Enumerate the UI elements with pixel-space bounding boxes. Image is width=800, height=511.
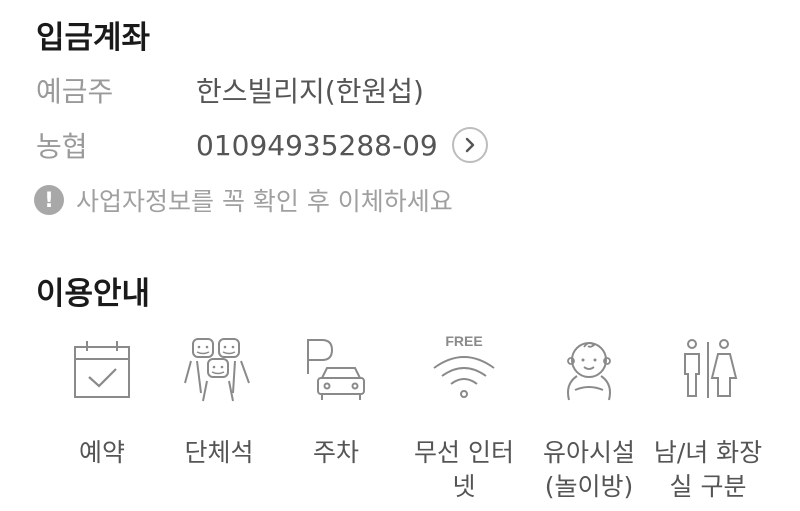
account-holder-label: 예금주 (36, 75, 114, 108)
account-detail-button[interactable] (451, 127, 488, 163)
amenity-label: 단체석 (184, 438, 254, 467)
parking-car-icon (307, 339, 365, 400)
transfer-notice-text: 사업자정보를 꼭 확인 후 이체하세요 (76, 187, 453, 216)
bank-name-label: 농협 (36, 130, 88, 163)
account-holder-row: 예금주 한스빌리지(한원섭) (36, 70, 424, 110)
deposit-account-title: 입금계좌 (36, 20, 151, 56)
info-alert-icon: ! (34, 185, 64, 215)
account-number-row: 농협 01094935288-09 (36, 125, 488, 165)
amenity-label: 남/녀 화장 실 구분 (653, 438, 763, 501)
amenity-label: 유아시설 (놀이방) (542, 438, 635, 501)
group-seat-icon (184, 338, 250, 402)
amenity-group-seating: 단체석 (157, 330, 281, 470)
transfer-notice: ! 사업자정보를 꼭 확인 후 이체하세요 (34, 182, 453, 218)
amenity-label: 예약 (78, 438, 125, 467)
amenity-kids-playroom: 유아시설 (놀이방) (527, 330, 651, 504)
amenity-label: 무선 인터 넷 (414, 438, 514, 501)
baby-icon (567, 342, 611, 401)
usage-guide-title: 이용안내 (36, 276, 151, 312)
free-badge-text: FREE (445, 333, 482, 349)
chevron-right-icon (465, 137, 474, 153)
account-holder-value: 한스빌리지(한원섭) (196, 75, 424, 108)
amenity-reservation: 예약 (40, 330, 164, 470)
amenity-label: 주차 (312, 438, 359, 467)
amenity-wifi: FREE 무선 인터 넷 (402, 330, 526, 504)
amenity-list: 예약 단체석 주차 FREE 무선 인터 넷 유아시설 (놀이방) 남/녀 화장… (40, 330, 780, 510)
calendar-check-icon (74, 341, 130, 398)
wifi-free-icon: FREE (433, 333, 495, 398)
restroom-icon (684, 339, 738, 398)
amenity-parking: 주차 (274, 330, 398, 470)
account-number-value: 01094935288-09 (196, 128, 438, 162)
amenity-separate-restrooms: 남/녀 화장 실 구분 (646, 330, 770, 504)
